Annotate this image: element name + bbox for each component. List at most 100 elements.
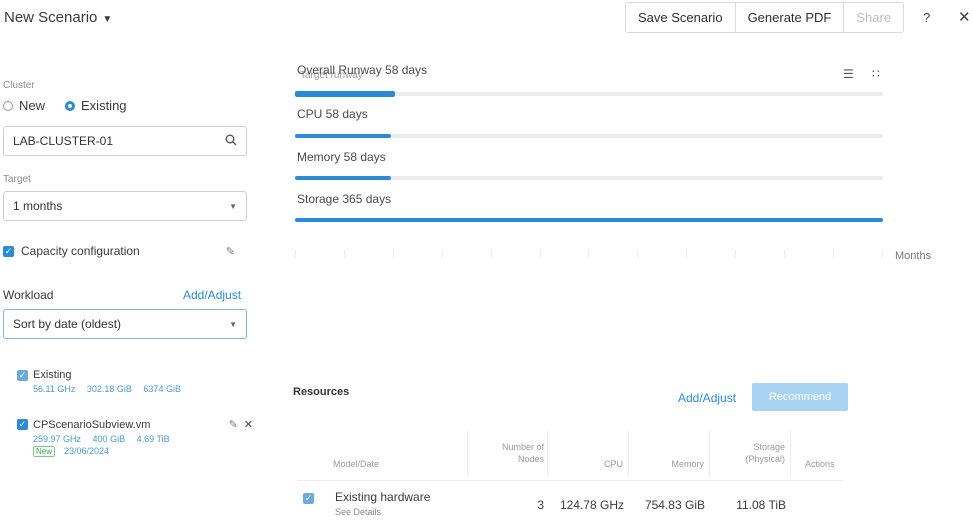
row-nodes: 3 <box>537 498 544 512</box>
scenario-title-text: New Scenario <box>4 9 98 26</box>
col-divider <box>547 430 548 476</box>
list-view-icon[interactable]: ☰ <box>843 67 854 81</box>
capacity-config-label: Capacity configuration <box>21 244 140 258</box>
runway-row-label: Memory 58 days <box>297 150 386 164</box>
runway-bar-fill <box>295 91 395 97</box>
workload-checkbox[interactable]: ✓ <box>17 369 28 381</box>
row-cpu: 124.78 GHz <box>559 498 624 512</box>
col-divider <box>709 430 710 476</box>
workload-cpu: 56.11 GHz <box>33 384 76 394</box>
new-badge: New <box>33 446 56 457</box>
cluster-radio-group: New Existing <box>3 98 127 113</box>
col-storage-line2: (Physical) <box>745 454 785 464</box>
recommend-button[interactable]: Recommend <box>752 383 848 411</box>
months-axis-label: Months <box>895 250 932 262</box>
workload-sort-select[interactable]: Sort by date (oldest) ▼ <box>3 309 247 339</box>
col-nodes-line1: Number of <box>501 442 544 452</box>
workload-sort-value: Sort by date (oldest) <box>13 317 122 331</box>
axis-tick <box>539 250 541 258</box>
runway-bar-fill <box>295 176 391 180</box>
radio-new[interactable] <box>3 100 13 111</box>
col-storage-line1: Storage <box>753 442 785 452</box>
workload-memory: 302.18 GiB <box>86 384 132 394</box>
col-model-date: Model/Date <box>333 459 380 469</box>
col-divider <box>467 430 468 476</box>
workload-meta: New 23/06/2024 <box>33 446 253 457</box>
workload-stats: 259.97 GHz 400 GiB 4.69 TiB <box>33 434 253 444</box>
col-memory: Memory <box>671 459 704 469</box>
generate-pdf-button[interactable]: Generate PDF <box>735 3 845 32</box>
cluster-search-value: LAB-CLUSTER-01 <box>13 134 114 148</box>
scenario-title[interactable]: New Scenario ▼ <box>4 9 112 26</box>
runway-row-label: Storage 365 days <box>297 192 392 206</box>
runway-row-label: Overall Runway 58 days <box>297 63 428 77</box>
axis-tick <box>881 250 883 258</box>
axis-tick <box>784 250 786 258</box>
col-cpu: CPU <box>603 459 623 469</box>
col-nodes: Number of Nodes <box>470 441 544 465</box>
edit-pencil-icon[interactable]: ✎ <box>229 418 238 431</box>
months-axis <box>295 250 883 260</box>
edit-pencil-icon[interactable]: ✎ <box>226 245 235 258</box>
axis-tick <box>295 250 296 258</box>
share-button[interactable]: Share <box>844 3 904 32</box>
runway-bar <box>295 91 883 97</box>
radio-existing-label: Existing <box>81 98 127 113</box>
axis-tick <box>392 250 394 258</box>
search-icon[interactable] <box>225 134 237 149</box>
runway-bar-fill <box>295 134 391 138</box>
capacity-config-checkbox[interactable]: ✓ <box>3 245 14 257</box>
save-scenario-button[interactable]: Save Scenario <box>626 3 736 32</box>
axis-tick <box>832 250 834 258</box>
target-select[interactable]: 1 months ▼ <box>3 191 247 221</box>
target-select-value: 1 months <box>13 199 63 213</box>
workload-add-adjust-link[interactable]: Add/Adjust <box>183 288 241 302</box>
workload-checkbox[interactable]: ✓ <box>17 419 28 430</box>
workload-cpu: 259.97 GHz <box>33 434 82 444</box>
col-nodes-line2: Nodes <box>517 454 544 464</box>
workload-stats: 56.11 GHz 302.18 GiB 6374 GiB <box>33 384 190 394</box>
col-divider <box>628 430 629 476</box>
table-row: ✓ Existing hardware See Details 3 124.78… <box>297 486 843 520</box>
close-icon[interactable]: ✕ <box>958 8 971 26</box>
workload-storage: 4.69 TiB <box>136 434 170 444</box>
chevron-down-icon: ▼ <box>102 14 113 25</box>
radio-existing[interactable] <box>65 100 76 111</box>
workload-memory: 400 GiB <box>92 434 126 444</box>
cluster-label: Cluster <box>3 80 35 91</box>
axis-tick <box>637 250 639 258</box>
workload-storage: 6374 GiB <box>143 384 181 394</box>
axis-tick <box>490 250 492 258</box>
axis-tick <box>735 250 737 258</box>
runway-row-label: CPU 58 days <box>297 107 368 121</box>
table-header-divider <box>297 480 843 481</box>
workload-item: ✓ CPScenarioSubview.vm ✎ ✕ 259.97 GHz 40… <box>17 418 253 457</box>
col-actions: Actions <box>805 459 835 469</box>
runway-bar <box>295 218 883 222</box>
workload-label: Workload <box>3 288 54 302</box>
col-divider <box>790 430 791 476</box>
row-memory: 754.83 GiB <box>644 498 705 512</box>
row-storage: 11.08 TiB <box>736 498 786 512</box>
col-storage: Storage (Physical) <box>712 441 785 465</box>
workload-name: CPScenarioSubview.vm <box>33 418 151 431</box>
axis-tick <box>686 250 688 258</box>
grid-view-icon[interactable]: ∷ <box>872 67 880 81</box>
workload-date: 23/06/2024 <box>64 446 110 456</box>
resources-add-adjust-link[interactable]: Add/Adjust <box>678 391 736 405</box>
see-details-link[interactable]: See Details <box>335 507 381 517</box>
runway-bar <box>295 134 883 138</box>
axis-tick <box>343 250 345 258</box>
axis-tick <box>588 250 590 258</box>
remove-icon[interactable]: ✕ <box>244 418 253 431</box>
help-icon[interactable]: ? <box>923 10 930 25</box>
row-checkbox[interactable]: ✓ <box>303 493 314 504</box>
header-button-group: Save Scenario Generate PDF Share <box>625 2 905 33</box>
cluster-search-input[interactable]: LAB-CLUSTER-01 <box>3 126 247 156</box>
target-label: Target <box>3 174 31 185</box>
chevron-down-icon: ▼ <box>229 319 237 329</box>
runway-bar-fill <box>295 218 883 222</box>
chevron-down-icon: ▼ <box>229 201 237 211</box>
capacity-config-row: ✓ Capacity configuration ✎ <box>3 244 247 258</box>
resources-title: Resources <box>293 386 350 398</box>
